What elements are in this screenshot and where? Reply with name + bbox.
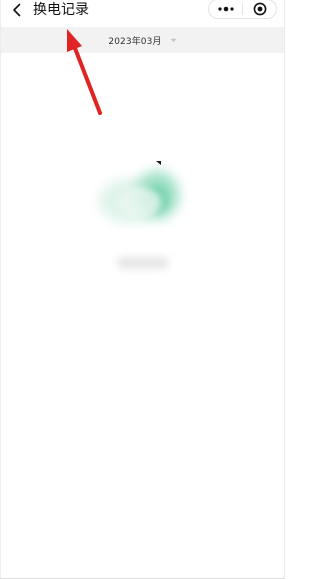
target-circle-icon [253, 2, 266, 16]
app-screen: 换电记录 2023年03月 [0, 0, 285, 579]
back-button[interactable] [8, 0, 26, 20]
caret-down-icon [170, 38, 177, 42]
empty-state-text-placeholder [117, 257, 169, 269]
more-button[interactable] [209, 0, 242, 18]
more-dots-icon [217, 6, 234, 12]
month-picker-value: 2023年03月 [108, 36, 162, 47]
navigation-bar: 换电记录 [1, 0, 284, 27]
empty-records-illustration [99, 161, 179, 223]
empty-state [1, 53, 284, 578]
mini-program-capsule [208, 0, 277, 19]
month-picker[interactable]: 2023年03月 [1, 27, 284, 53]
chevron-left-icon [13, 3, 21, 17]
close-mini-program-button[interactable] [243, 0, 276, 18]
page-title: 换电记录 [33, 2, 89, 18]
